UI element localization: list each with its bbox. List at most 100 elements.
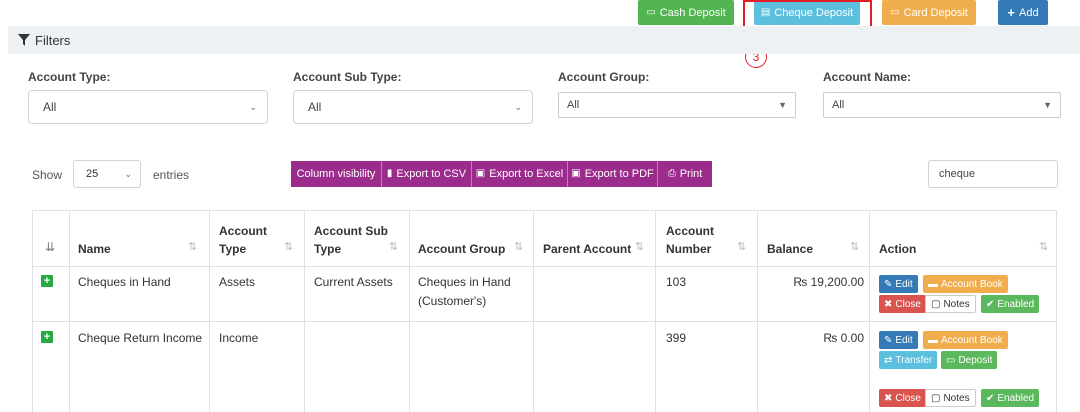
check-icon: ✔ [986, 392, 995, 404]
export-pdf-label: Export to PDF [584, 168, 654, 180]
row-account-number: 399 [666, 331, 687, 345]
sort-icon: ⇅ [1039, 241, 1049, 253]
close-icon: ✖ [884, 298, 893, 310]
row-account-sub-type: Current Assets [314, 275, 393, 289]
sort-icon[interactable]: ⇅ [389, 240, 398, 253]
expand-row-icon[interactable]: + [41, 275, 53, 287]
check-icon: ✔ [986, 298, 995, 310]
add-button[interactable]: + Add [998, 0, 1048, 25]
chevron-down-icon: ⌄ [514, 101, 522, 112]
chevron-down-icon: ⌄ [249, 101, 257, 112]
search-value: cheque [939, 168, 976, 180]
header-name[interactable]: Name [78, 240, 111, 258]
export-csv-label: Export to CSV [396, 168, 467, 180]
file-icon: ▮ [386, 168, 393, 179]
plus-icon: + [1007, 5, 1015, 20]
close-icon: ✖ [884, 392, 893, 404]
edit-icon: ✎ [884, 334, 893, 346]
deposit-button[interactable]: ▭ Deposit [941, 351, 998, 369]
entries-value: 25 [86, 168, 99, 180]
card-deposit-button[interactable]: ▭ Card Deposit [882, 0, 976, 25]
cash-deposit-button[interactable]: ▭ Cash Deposit [638, 0, 734, 25]
close-button[interactable]: ✖ Close [879, 295, 926, 313]
filters-header[interactable]: Filters [8, 26, 1080, 54]
row-balance: ₨ 0.00 [823, 331, 864, 345]
column-visibility-label: Column visibility [296, 168, 376, 180]
row-account-group: Cheques in Hand [418, 275, 511, 289]
account-type-value: All [43, 100, 57, 114]
filter-icon [18, 34, 30, 46]
account-group-value: All [567, 99, 580, 111]
row-balance: ₨ 19,200.00 [793, 275, 864, 289]
export-pdf-button[interactable]: ▣ Export to PDF [568, 161, 658, 187]
account-group-label: Account Group: [558, 70, 650, 84]
cash-deposit-label: Cash Deposit [659, 6, 726, 19]
account-type-select[interactable]: All ⌄ [28, 90, 268, 124]
row-name: Cheque Return Income [78, 331, 203, 345]
expand-row-icon[interactable]: + [41, 331, 53, 343]
sort-icon[interactable]: ⇅ [514, 240, 523, 253]
sort-icon[interactable]: ⇅ [188, 240, 197, 253]
entries-label: entries [153, 168, 190, 182]
account-sub-type-label: Account Sub Type: [293, 70, 402, 84]
sort-icon[interactable]: ⇅ [737, 240, 746, 253]
filters-title: Filters [35, 32, 71, 48]
account-name-label: Account Name: [823, 70, 912, 84]
export-excel-button[interactable]: ▣ Export to Excel [472, 161, 568, 187]
transfer-button[interactable]: ⇄ Transfer [879, 351, 938, 369]
notes-icon: ▢ [931, 392, 941, 404]
account-group-select[interactable]: All ▼ [558, 92, 796, 118]
account-sub-type-value: All [308, 100, 322, 114]
header-action: Action [879, 242, 917, 256]
money-icon: ▭ [946, 354, 956, 366]
header-account-type-2[interactable]: Type [219, 240, 246, 258]
money-icon: ▭ [646, 6, 656, 18]
sort-order-icon[interactable]: ⇊ [45, 240, 55, 254]
close-button[interactable]: ✖ Close [879, 389, 926, 407]
book-icon: ▬ [928, 278, 938, 290]
account-name-select[interactable]: All ▼ [823, 92, 1061, 118]
header-account-sub-type-1[interactable]: Account Sub [314, 222, 388, 240]
column-visibility-button[interactable]: Column visibility [291, 161, 382, 187]
enabled-button[interactable]: ✔ Enabled [981, 389, 1040, 407]
account-book-button[interactable]: ▬ Account Book [923, 275, 1008, 293]
row-name: Cheques in Hand [78, 275, 171, 289]
header-account-sub-type-2[interactable]: Type [314, 240, 341, 258]
print-button[interactable]: ⎙ Print [658, 161, 712, 187]
sort-icon[interactable]: ⇅ [284, 240, 293, 253]
pdf-file-icon: ▣ [571, 168, 581, 179]
print-label: Print [679, 168, 703, 180]
edit-icon: ✎ [884, 278, 893, 290]
sort-icon[interactable]: ⇅ [850, 240, 859, 253]
header-account-type-1[interactable]: Account [219, 222, 267, 240]
header-account-number-2[interactable]: Number [666, 240, 711, 258]
header-account-number-1[interactable]: Account [666, 222, 714, 240]
header-account-group[interactable]: Account Group [418, 240, 505, 258]
search-input[interactable]: cheque [928, 160, 1058, 188]
row-account-number: 103 [666, 275, 687, 289]
row-account-group-2: (Customer's) [418, 294, 487, 308]
show-label: Show [32, 168, 63, 182]
chevron-down-icon: ⌄ [124, 168, 132, 179]
header-balance[interactable]: Balance [767, 240, 813, 258]
row-account-type: Income [219, 331, 259, 345]
edit-button[interactable]: ✎ Edit [879, 275, 918, 293]
notes-button[interactable]: ▢ Notes [925, 295, 976, 313]
card-deposit-label: Card Deposit [903, 6, 968, 19]
transfer-icon: ⇄ [884, 354, 893, 366]
account-sub-type-select[interactable]: All ⌄ [293, 90, 533, 124]
edit-button[interactable]: ✎ Edit [879, 331, 918, 349]
export-excel-label: Export to Excel [489, 168, 564, 180]
export-csv-button[interactable]: ▮ Export to CSV [382, 161, 472, 187]
header-parent-account[interactable]: Parent Account [543, 240, 631, 258]
notes-button[interactable]: ▢ Notes [925, 389, 976, 407]
row-account-type: Assets [219, 275, 256, 289]
entries-select[interactable]: 25 ⌄ [73, 160, 141, 188]
account-book-button[interactable]: ▬ Account Book [923, 331, 1008, 349]
sort-icon[interactable]: ⇅ [635, 240, 644, 253]
account-type-label: Account Type: [28, 70, 111, 84]
notes-icon: ▢ [931, 298, 941, 310]
caret-down-icon: ▼ [778, 100, 787, 110]
enabled-button[interactable]: ✔ Enabled [981, 295, 1040, 313]
book-icon: ▬ [928, 334, 938, 346]
